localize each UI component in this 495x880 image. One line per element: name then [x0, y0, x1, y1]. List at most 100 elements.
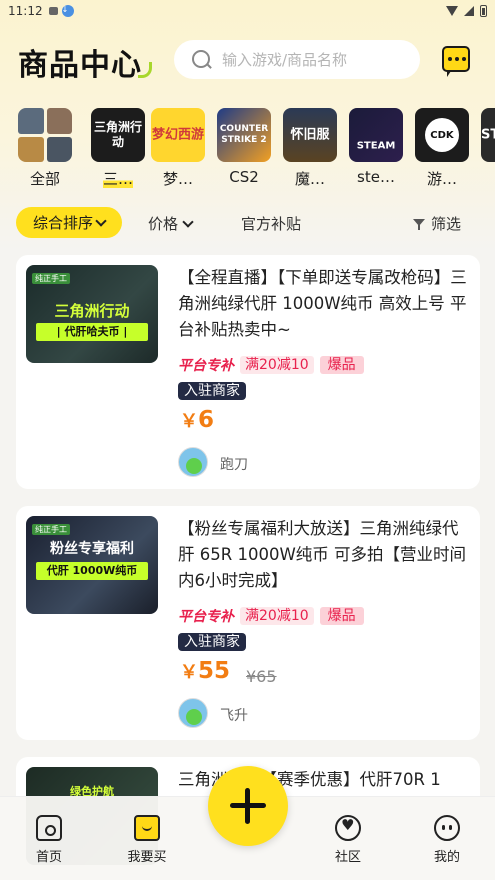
image-tag: 纯正手工	[32, 273, 70, 284]
price-value: 55	[198, 658, 231, 684]
status-time: 11:12	[8, 4, 43, 18]
image-text: 粉丝专享福利	[50, 541, 134, 557]
platform-subsidy-badge: 平台专补	[178, 609, 234, 625]
game-category-row[interactable]: 全部 三角洲行动 三… 梦幻西游 梦… COUNTER STRIKE 2 CS2…	[18, 108, 495, 188]
thumb-text: ST	[481, 127, 495, 143]
nav-home[interactable]: 首页	[19, 815, 79, 865]
product-card[interactable]: 纯正手工 三角洲行动 | 代肝哈夫币 | 【全程直播】【下单即送专属改枪码】三角…	[16, 255, 480, 489]
product-title: 【粉丝专属福利大放送】三角洲纯绿代肝 65R 1000W纯币 可多拍【营业时间内…	[178, 519, 467, 590]
nav-community[interactable]: 社区	[318, 815, 378, 865]
header: 商品中心 输入游戏/商品名称	[0, 36, 495, 86]
game-label: 游…	[426, 170, 457, 188]
game-all-thumbnail	[18, 108, 72, 162]
product-title: 【全程直播】【下单即送专属改枪码】三角洲纯绿代肝 1000W纯币 高效上号 平台…	[178, 268, 467, 339]
game-label: CS2	[229, 168, 259, 186]
merchant-badge: 入驻商家	[178, 382, 246, 400]
publish-button[interactable]	[208, 766, 288, 846]
profile-icon	[434, 815, 460, 841]
chevron-down-icon	[95, 214, 107, 227]
game-label: 梦…	[162, 170, 193, 188]
page-title: 商品中心	[18, 48, 142, 83]
official-subsidy-tab[interactable]: 官方补贴	[241, 213, 301, 234]
filter-label: 筛选	[431, 215, 462, 233]
message-button[interactable]	[442, 46, 470, 77]
game-label: 游	[481, 168, 495, 188]
community-icon	[335, 815, 361, 841]
wow-classic-thumbnail: 怀旧服	[283, 108, 337, 162]
sort-dropdown[interactable]: 综合排序	[16, 207, 122, 238]
game-item-wow[interactable]: 怀旧服 魔…	[283, 108, 337, 188]
game-item-menghuan[interactable]: 梦幻西游 梦…	[151, 108, 205, 188]
delta-force-thumbnail: 三角洲行动	[91, 108, 145, 162]
download-icon: ↓	[61, 5, 74, 17]
thumb-text: STEAM	[356, 140, 396, 152]
seller-name[interactable]: 跑刀	[220, 454, 248, 474]
thumb-text: 梦幻西游	[151, 127, 204, 143]
status-bar: 11:12 ↓	[0, 0, 495, 22]
product-price: ￥6	[180, 407, 215, 433]
nav-buy[interactable]: 我要买	[117, 815, 177, 865]
hot-badge: 爆品	[319, 607, 364, 625]
game-label: ste…	[357, 168, 395, 186]
platform-subsidy-badge: 平台专补	[178, 358, 234, 374]
nav-label: 社区	[334, 850, 361, 865]
product-price: ￥55	[180, 658, 231, 684]
image-text: 代肝 1000W纯币	[36, 562, 148, 580]
chat-bubble-icon	[448, 57, 466, 61]
discount-badge: 满20减10	[240, 356, 314, 374]
nav-label: 我的	[433, 850, 460, 865]
game-item-delta[interactable]: 三角洲行动 三…	[91, 108, 145, 188]
cdk-thumbnail: CDK	[415, 108, 469, 162]
shopping-bag-icon	[134, 815, 160, 841]
search-icon	[192, 49, 212, 70]
search-placeholder: 输入游戏/商品名称	[222, 51, 348, 69]
filter-bar: 综合排序 价格 官方补贴 筛选	[0, 205, 495, 239]
menghuan-thumbnail: 梦幻西游	[151, 108, 205, 162]
chevron-down-icon	[182, 215, 194, 228]
image-tag: 纯正手工	[32, 524, 70, 535]
avatar[interactable]	[178, 447, 208, 477]
nav-label: 我要买	[127, 850, 167, 865]
search-input[interactable]: 输入游戏/商品名称	[174, 40, 420, 79]
image-text: | 代肝哈夫币 |	[36, 323, 148, 341]
thumb-text: 三角洲行动	[93, 120, 142, 149]
product-image: 纯正手工 粉丝专享福利 代肝 1000W纯币	[26, 516, 158, 614]
title-decoration	[138, 62, 152, 78]
steam-thumbnail: STEAM	[349, 108, 403, 162]
product-image: 纯正手工 三角洲行动 | 代肝哈夫币 |	[26, 265, 158, 363]
game-label: 全部	[29, 170, 60, 188]
image-text: 三角洲行动	[54, 302, 130, 320]
price-value: 6	[198, 407, 215, 433]
seller-name: 飞升	[220, 708, 248, 724]
promo-badges: 平台专补 满20减10 爆品	[178, 606, 364, 626]
game-item-all[interactable]: 全部	[18, 108, 72, 188]
signal-icon	[464, 6, 474, 16]
price-label: 价格	[148, 215, 179, 233]
notification-icon	[48, 7, 58, 15]
original-price: ¥65	[246, 667, 277, 686]
sort-label: 综合排序	[32, 214, 93, 232]
nav-mine[interactable]: 我的	[417, 815, 477, 865]
filter-icon	[413, 218, 425, 230]
cs2-thumbnail: COUNTER STRIKE 2	[217, 108, 271, 162]
nav-label: 首页	[35, 850, 62, 865]
home-icon	[36, 815, 62, 841]
game-label: 魔…	[294, 170, 325, 188]
promo-badges: 平台专补 满20减10 爆品	[178, 355, 364, 375]
filter-button[interactable]: 筛选	[413, 213, 461, 234]
subsidy-label: 官方补贴	[241, 215, 302, 233]
wifi-icon	[446, 6, 458, 16]
game-item-cs2[interactable]: COUNTER STRIKE 2 CS2	[217, 108, 271, 186]
price-dropdown[interactable]: 价格	[148, 213, 194, 234]
product-card[interactable]: 纯正手工 粉丝专享福利 代肝 1000W纯币 【粉丝专属福利大放送】三角洲纯绿代…	[16, 506, 480, 740]
battery-icon	[480, 5, 487, 17]
avatar[interactable]	[178, 698, 208, 728]
game-item-cdk[interactable]: CDK 游…	[415, 108, 469, 188]
thumb-text: CDK	[425, 118, 459, 152]
game-label: 三…	[102, 168, 133, 188]
game-item-more[interactable]: ST 游	[481, 108, 495, 188]
merchant-badge: 入驻商家	[178, 633, 246, 651]
thumb-text: COUNTER STRIKE 2	[219, 124, 269, 145]
game-item-steam[interactable]: STEAM ste…	[349, 108, 403, 186]
discount-badge: 满20减10	[240, 607, 314, 625]
